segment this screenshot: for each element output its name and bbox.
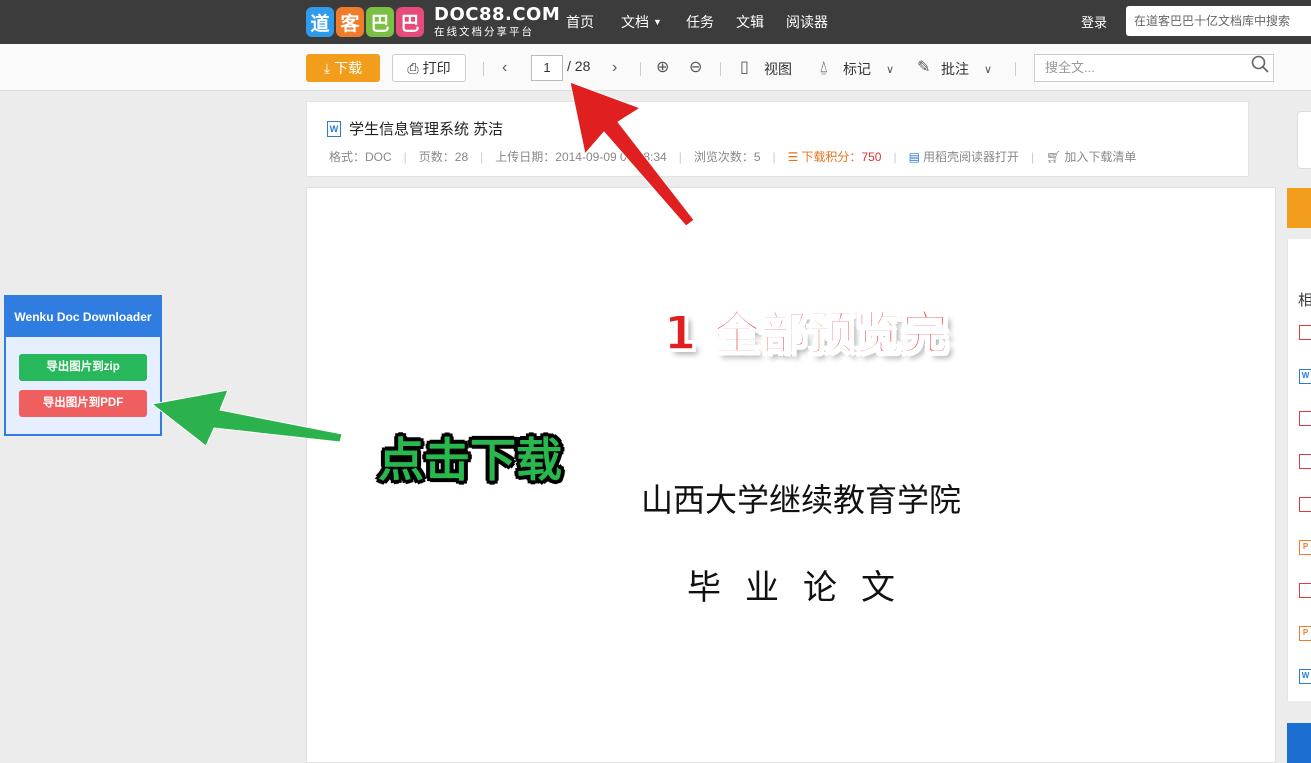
avatar[interactable] bbox=[1297, 111, 1311, 169]
next-page-icon[interactable]: › bbox=[612, 56, 617, 80]
reader-toolbar: ⤓ 下载 ⎙ 打印 ‹ 1 / 28 › ⊕ ⊖ ▯ 视图 ⍙ 标记 ∨ ✎ 批… bbox=[0, 44, 1311, 91]
site-search-input[interactable]: 在道客巴巴十亿文档库中搜索 bbox=[1126, 6, 1311, 36]
meta-upload-date: 上传日期：2014-09-09 09:18:34 bbox=[495, 150, 667, 164]
wenku-downloader-title: Wenku Doc Downloader bbox=[6, 297, 160, 337]
word-file-icon[interactable]: W bbox=[1299, 669, 1311, 684]
nav-docs[interactable]: 文档 ▼ bbox=[621, 0, 662, 44]
open-in-reader-link[interactable]: 用稻壳阅读器打开 bbox=[923, 148, 1019, 165]
document-title-row: W 学生信息管理系统 苏洁 bbox=[327, 118, 503, 139]
mark-button[interactable]: 标记 bbox=[843, 59, 871, 79]
meta-format: 格式：DOC bbox=[329, 150, 392, 164]
nav-reader[interactable]: 阅读器 bbox=[786, 0, 828, 44]
download-label: 下载 bbox=[334, 60, 363, 76]
annotation-click-download: 点击下载 bbox=[378, 433, 562, 487]
pdf-file-icon[interactable] bbox=[1299, 454, 1311, 469]
annotate-button[interactable]: 批注 bbox=[941, 59, 969, 79]
sidebar-banner[interactable] bbox=[1287, 723, 1311, 763]
related-docs-heading: 相 bbox=[1298, 292, 1311, 309]
nav-collections[interactable]: 文辑 bbox=[736, 0, 764, 44]
coins-icon: ☰ bbox=[787, 149, 799, 164]
right-sidebar: 相 W P P W bbox=[1287, 101, 1311, 763]
page-number-input[interactable]: 1 bbox=[531, 55, 563, 81]
pen-icon[interactable]: ✎ bbox=[917, 56, 930, 80]
meta-points-value: 750 bbox=[861, 149, 882, 164]
view-icon[interactable]: ▯ bbox=[740, 56, 749, 80]
search-icon[interactable] bbox=[1251, 55, 1269, 81]
export-pdf-button[interactable]: 导出图片到PDF bbox=[19, 390, 147, 417]
logo-tile-3: 巴 bbox=[366, 7, 394, 37]
meta-views: 浏览次数：5 bbox=[693, 150, 761, 164]
mark-icon[interactable]: ⍙ bbox=[819, 56, 829, 80]
page-heading-thesis: 毕业论文 bbox=[687, 568, 919, 608]
download-button[interactable]: ⤓ 下载 bbox=[306, 54, 380, 82]
pdf-file-icon[interactable] bbox=[1299, 497, 1311, 512]
logo-tile-2: 客 bbox=[336, 7, 364, 37]
nav-home-label: 首页 bbox=[566, 14, 594, 30]
meta-pages: 页数：28 bbox=[418, 150, 469, 164]
logo-tile-1: 道 bbox=[306, 7, 334, 37]
chevron-down-icon[interactable]: ∨ bbox=[984, 58, 992, 82]
word-doc-icon: W bbox=[327, 120, 341, 137]
toolbar-divider bbox=[1015, 62, 1016, 76]
nav-reader-label: 阅读器 bbox=[786, 14, 828, 30]
toolbar-divider bbox=[483, 62, 484, 76]
related-docs-panel: 相 W P P W bbox=[1287, 239, 1311, 701]
toolbar-divider bbox=[720, 62, 721, 76]
pdf-file-icon[interactable] bbox=[1299, 411, 1311, 426]
nav-home[interactable]: 首页 bbox=[566, 0, 594, 44]
pdf-file-icon[interactable] bbox=[1299, 325, 1311, 340]
print-button[interactable]: ⎙ 打印 bbox=[392, 54, 466, 82]
logo-tile-4: 巴 bbox=[396, 7, 424, 37]
top-nav-bar: 道 客 巴 巴 DOC88.COM 在线文档分享平台 首页 文档 ▼ 任务 文辑… bbox=[0, 0, 1311, 44]
export-zip-button[interactable]: 导出图片到zip bbox=[19, 354, 147, 381]
reader-app-icon: ▤ bbox=[908, 149, 920, 164]
document-title: 学生信息管理系统 苏洁 bbox=[349, 121, 504, 138]
page-total: / 28 bbox=[567, 58, 591, 74]
document-meta: 格式：DOC | 页数：28 | 上传日期：2014-09-09 09:18:3… bbox=[329, 148, 1137, 165]
print-label: 打印 bbox=[422, 60, 451, 76]
nav-collections-label: 文辑 bbox=[736, 14, 764, 30]
caret-down-icon: ▼ bbox=[653, 17, 662, 27]
brand-name: DOC88.COM bbox=[434, 4, 561, 26]
brand-slogan: 在线文档分享平台 bbox=[434, 26, 534, 39]
login-link[interactable]: 登录 bbox=[1081, 12, 1107, 31]
meta-points-label: 下载积分： bbox=[801, 150, 862, 164]
prev-page-icon[interactable]: ‹ bbox=[502, 56, 507, 80]
nav-tasks[interactable]: 任务 bbox=[686, 0, 714, 44]
document-info-card: W 学生信息管理系统 苏洁 格式：DOC | 页数：28 | 上传日期：2014… bbox=[306, 101, 1249, 177]
pdf-file-icon[interactable] bbox=[1299, 583, 1311, 598]
add-to-download-list-link[interactable]: 加入下载清单 bbox=[1064, 148, 1136, 165]
wenku-downloader-panel: Wenku Doc Downloader 导出图片到zip 导出图片到PDF bbox=[4, 295, 162, 436]
printer-icon: ⎙ bbox=[407, 59, 419, 76]
cart-icon: 🛒︎ bbox=[1046, 149, 1062, 164]
logo-text: DOC88.COM 在线文档分享平台 bbox=[434, 6, 560, 38]
word-file-icon[interactable]: W bbox=[1299, 369, 1311, 384]
ppt-file-icon[interactable]: P bbox=[1299, 540, 1311, 555]
chevron-down-icon[interactable]: ∨ bbox=[886, 58, 894, 82]
zoom-in-icon[interactable]: ⊕ bbox=[656, 56, 669, 80]
zoom-out-icon[interactable]: ⊖ bbox=[689, 56, 702, 80]
annotation-step-preview: 1 全部预览完 bbox=[663, 305, 950, 361]
view-button[interactable]: 视图 bbox=[764, 59, 792, 79]
download-icon: ⤓ bbox=[323, 59, 331, 76]
site-logo[interactable]: 道 客 巴 巴 DOC88.COM 在线文档分享平台 bbox=[306, 4, 560, 40]
ppt-file-icon[interactable]: P bbox=[1299, 626, 1311, 641]
fulltext-search-input[interactable]: 搜全文... bbox=[1034, 54, 1274, 82]
sidebar-action-button[interactable] bbox=[1287, 188, 1311, 228]
nav-tasks-label: 任务 bbox=[686, 14, 714, 30]
nav-docs-label: 文档 bbox=[621, 14, 649, 30]
toolbar-divider bbox=[640, 62, 641, 76]
